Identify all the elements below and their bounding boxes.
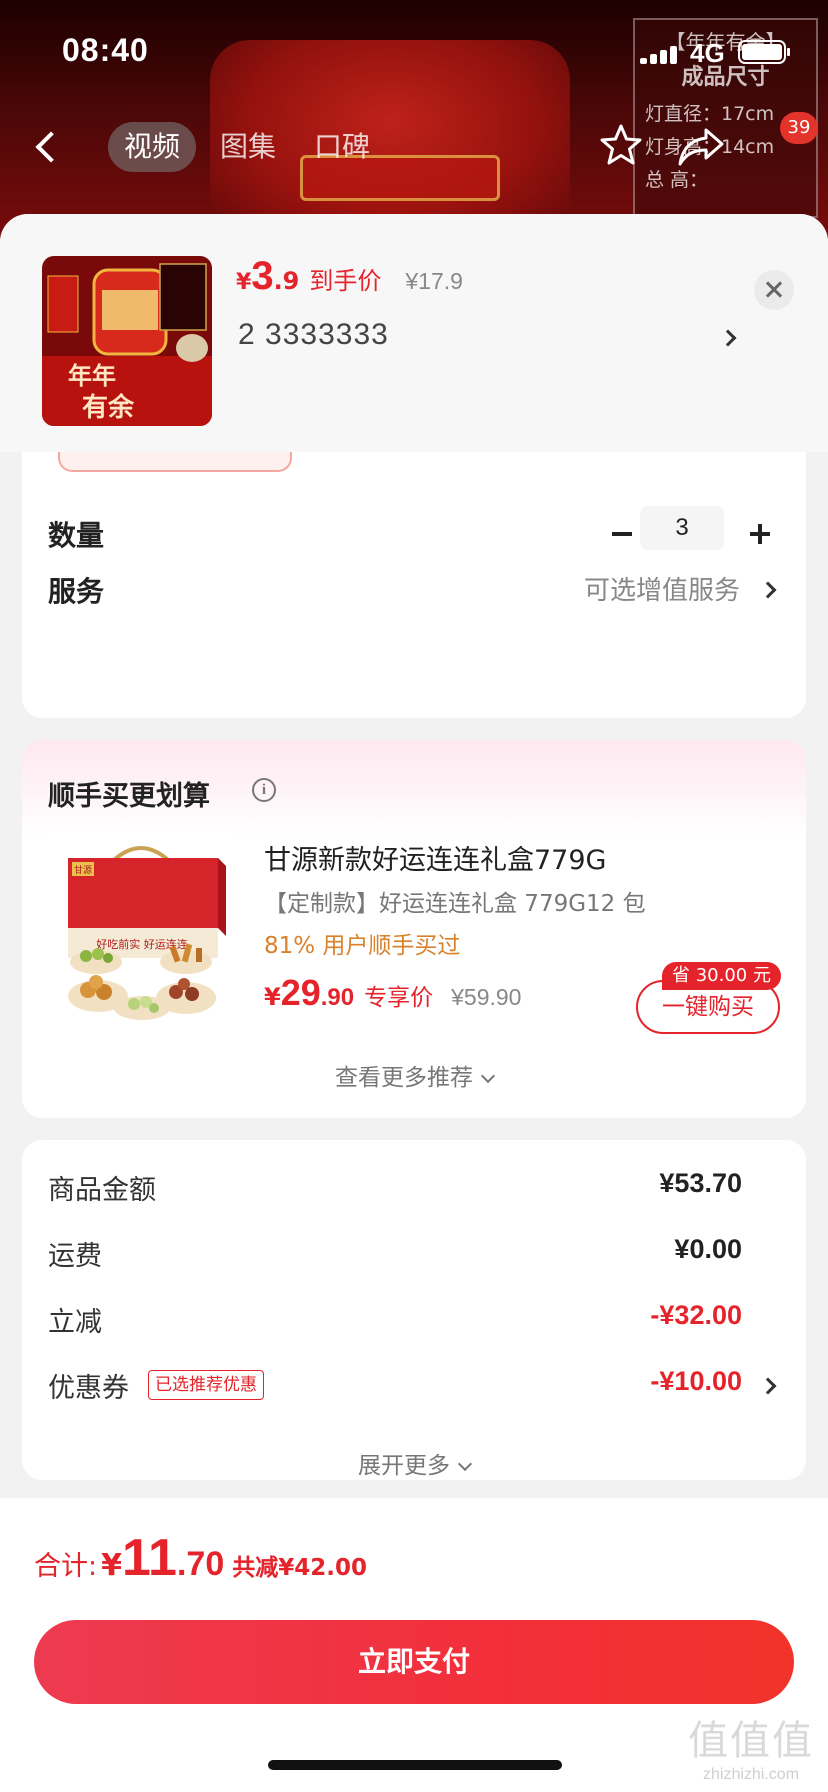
pay-now-button[interactable]: 立即支付 bbox=[34, 1620, 794, 1704]
checkout-bar: 合计: ¥11.70 共减¥42.00 立即支付 值值值 zhizhizhi.com bbox=[0, 1498, 828, 1792]
bundle-title: 顺手买更划算 bbox=[48, 781, 210, 812]
price-integer: 29 bbox=[280, 972, 321, 1013]
quantity-decrease-button[interactable] bbox=[602, 514, 642, 554]
summary-row-discount: 立减 -¥32.00 bbox=[22, 1300, 806, 1340]
chevron-right-icon[interactable] bbox=[759, 581, 777, 599]
tab-video[interactable]: 视频 bbox=[108, 122, 197, 172]
total-label: 合计: bbox=[34, 1551, 98, 1582]
summary-row-coupon[interactable]: 优惠券 已选推荐优惠 -¥10.00 bbox=[22, 1366, 806, 1406]
chevron-down-icon bbox=[480, 1068, 496, 1084]
summary-value: -¥32.00 bbox=[650, 1300, 742, 1330]
thumb-text: 年年 bbox=[68, 362, 116, 390]
favorite-star-icon[interactable] bbox=[598, 122, 644, 168]
watermark: 值值值 zhizhizhi.com bbox=[676, 1708, 826, 1788]
status-time: 08:40 bbox=[62, 32, 149, 68]
tab-gallery[interactable]: 图集 bbox=[204, 122, 292, 172]
total-currency: ¥ bbox=[101, 1548, 122, 1583]
save-badge: 省 30.00 元 bbox=[662, 962, 781, 990]
more-recommendations-link[interactable]: 查看更多推荐 bbox=[22, 1058, 806, 1092]
total-saved: 共减¥42.00 bbox=[232, 1555, 367, 1581]
tab-reviews[interactable]: 口碑 bbox=[298, 122, 386, 172]
original-price: ¥17.9 bbox=[405, 268, 463, 294]
signal-icon bbox=[640, 44, 684, 64]
watermark-sub: zhizhizhi.com bbox=[702, 1766, 800, 1783]
quantity-label: 数量 bbox=[48, 519, 105, 552]
service-label: 服务 bbox=[48, 575, 105, 608]
price-decimal: .9 bbox=[273, 267, 300, 295]
thumb-text: 有余 bbox=[82, 392, 135, 423]
coupon-tag: 已选推荐优惠 bbox=[148, 1370, 264, 1400]
sheet-header: 年年 有余 ¥3.9 到手价 ¥17.9 2 3333333 bbox=[0, 214, 828, 452]
bundle-product-image[interactable]: 甘源 好吃前实 好运连连 bbox=[46, 832, 236, 1022]
bundle-product-desc: 【定制款】好运连连礼盒 779G12 包 bbox=[264, 891, 646, 917]
summary-label: 优惠券 bbox=[48, 1373, 129, 1404]
selected-variant[interactable]: 2 3333333 bbox=[238, 318, 389, 352]
chevron-down-icon bbox=[457, 1456, 473, 1472]
home-indicator bbox=[268, 1760, 562, 1770]
watermark-main: 值值值 bbox=[688, 1718, 814, 1764]
summary-label: 商品金额 bbox=[48, 1175, 156, 1206]
summary-value: ¥0.00 bbox=[674, 1234, 742, 1264]
bundle-img-brand: 甘源 bbox=[74, 864, 92, 876]
product-price: ¥3.9 到手价 ¥17.9 bbox=[236, 254, 463, 304]
info-icon[interactable]: i bbox=[252, 778, 276, 802]
total-decimal: .70 bbox=[176, 1545, 225, 1583]
summary-label: 运费 bbox=[48, 1241, 102, 1272]
price-currency: ¥ bbox=[264, 983, 281, 1011]
chevron-right-icon[interactable] bbox=[759, 1377, 777, 1395]
price-currency: ¥ bbox=[236, 270, 252, 295]
service-value[interactable]: 可选增值服务 bbox=[584, 570, 740, 607]
summary-row-shipping: 运费 ¥0.00 bbox=[22, 1234, 806, 1274]
quantity-value[interactable]: 3 bbox=[640, 506, 724, 550]
summary-value: -¥10.00 bbox=[650, 1366, 742, 1396]
price-decimal: .90 bbox=[320, 984, 355, 1011]
media-nav: 视频 图集 口碑 bbox=[0, 110, 828, 180]
bundle-product-name[interactable]: 甘源新款好运连连礼盒779G bbox=[264, 838, 606, 877]
total-integer: 11 bbox=[121, 1529, 177, 1587]
battery-icon bbox=[738, 40, 790, 64]
chevron-right-icon[interactable] bbox=[719, 329, 737, 347]
summary-label: 立减 bbox=[48, 1307, 102, 1338]
product-thumbnail[interactable]: 年年 有余 bbox=[42, 256, 212, 426]
status-bar: 08:40 4G bbox=[0, 0, 828, 104]
bundle-card: 顺手买更划算 i 甘源 好吃前实 好运连连 甘源新款好运连连礼盒779G 【定制… bbox=[22, 740, 806, 1118]
order-summary-card: 商品金额 ¥53.70 运费 ¥0.00 立减 -¥32.00 优惠券 已选推荐… bbox=[22, 1140, 806, 1480]
expand-more-link[interactable]: 展开更多 bbox=[22, 1446, 806, 1480]
price-tag: 专享价 bbox=[364, 985, 434, 1011]
price-integer: 3 bbox=[251, 254, 274, 298]
original-price: ¥59.90 bbox=[451, 984, 522, 1010]
bundle-buy-rate: 81% 用户顺手买过 bbox=[264, 933, 461, 959]
close-button[interactable] bbox=[754, 270, 794, 310]
expand-more-label: 展开更多 bbox=[358, 1453, 450, 1479]
back-icon[interactable] bbox=[35, 131, 67, 163]
more-recommendations-label: 查看更多推荐 bbox=[335, 1065, 473, 1091]
bundle-price: ¥29.90 专享价 ¥59.90 bbox=[264, 972, 521, 1014]
quantity-increase-button[interactable] bbox=[740, 514, 780, 554]
summary-row-subtotal: 商品金额 ¥53.70 bbox=[22, 1168, 806, 1208]
price-tag: 到手价 bbox=[309, 267, 382, 295]
network-label: 4G bbox=[690, 38, 725, 68]
order-total: 合计: ¥11.70 共减¥42.00 bbox=[34, 1528, 367, 1588]
summary-value: ¥53.70 bbox=[659, 1168, 742, 1198]
share-icon[interactable] bbox=[676, 124, 726, 168]
